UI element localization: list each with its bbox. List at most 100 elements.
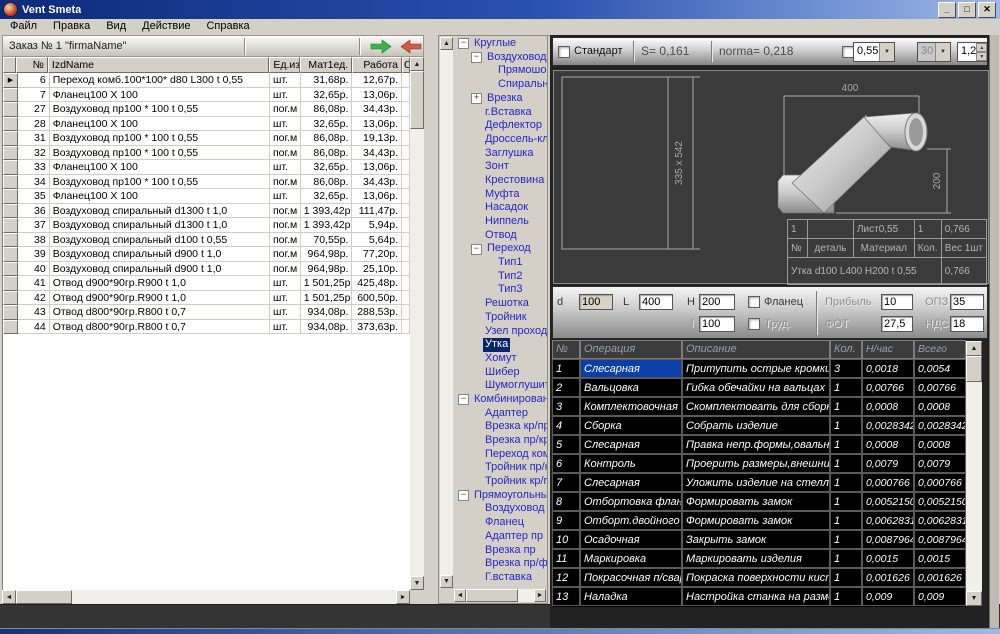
- tree-item[interactable]: Шибер: [454, 366, 547, 380]
- next-order-arrow-icon[interactable]: [369, 39, 393, 54]
- item-cell[interactable]: 34,43р.: [352, 102, 402, 117]
- item-cell[interactable]: пог.м: [270, 233, 301, 248]
- item-cell[interactable]: Воздуховод пр100 * 100 t 0,55: [50, 102, 270, 117]
- collapse-icon[interactable]: −: [458, 38, 469, 49]
- item-cell[interactable]: 34: [18, 175, 50, 190]
- tree-item-label[interactable]: Утка: [483, 338, 510, 352]
- item-cell[interactable]: 6: [18, 73, 50, 88]
- operation-row[interactable]: 11МаркировкаМаркировать изделия10,00150,…: [552, 549, 966, 568]
- scroll-down-icon[interactable]: ▼: [410, 576, 424, 590]
- item-cell[interactable]: 5,64р.: [352, 233, 402, 248]
- scroll-up-icon[interactable]: ▲: [966, 341, 982, 356]
- item-cell[interactable]: шт.: [270, 305, 301, 320]
- l-small-input[interactable]: [699, 316, 735, 332]
- tree-item-label[interactable]: Хомут: [483, 352, 519, 366]
- item-row[interactable]: 35Фланец100 X 100шт.32,65р.13,06р.: [3, 189, 410, 204]
- operation-cell[interactable]: Отборт.двойного фл.: [580, 511, 682, 530]
- item-cell[interactable]: 32,65р.: [301, 117, 353, 132]
- item-cell[interactable]: Воздуховод спиральный d900 t 1,0: [50, 247, 270, 262]
- item-cell[interactable]: 32: [18, 146, 50, 161]
- operation-cell[interactable]: 1: [830, 416, 862, 435]
- item-cell[interactable]: 86,08р.: [301, 175, 353, 190]
- operation-row[interactable]: 9Отборт.двойного фл.Формировать замок10,…: [552, 511, 966, 530]
- operation-cell[interactable]: Сборка: [580, 416, 682, 435]
- operation-cell[interactable]: Проерить размеры,внешний вид: [682, 454, 830, 473]
- L-input[interactable]: [639, 294, 673, 310]
- operation-cell[interactable]: Притупить острые кромки: [682, 359, 830, 378]
- item-cell[interactable]: 425,48р.: [352, 276, 402, 291]
- operation-cell[interactable]: 0,0015: [862, 549, 914, 568]
- tree-item-label[interactable]: г.Вставка: [483, 106, 534, 120]
- koef-spinner[interactable]: 1,2 ▲ ▼: [957, 42, 987, 62]
- item-cell[interactable]: пог.м: [270, 218, 301, 233]
- tree-item[interactable]: Хомут: [454, 352, 547, 366]
- tree-item-label[interactable]: Фланец: [483, 516, 526, 530]
- operation-cell[interactable]: Контроль: [580, 454, 682, 473]
- collapse-icon[interactable]: −: [458, 490, 469, 501]
- tree-item-label[interactable]: Тип3: [496, 283, 524, 297]
- scroll-thumb[interactable]: [410, 71, 424, 129]
- item-cell[interactable]: 38: [18, 233, 50, 248]
- operation-cell[interactable]: 10: [552, 530, 580, 549]
- tree-item-label[interactable]: Тройник: [483, 311, 529, 325]
- ops-col-nhour[interactable]: Н/час: [862, 340, 914, 359]
- operation-cell[interactable]: 0,0062831: [862, 511, 914, 530]
- operation-cell[interactable]: Скомплектовать для сборки: [682, 397, 830, 416]
- operation-cell[interactable]: 1: [830, 397, 862, 416]
- tree-item[interactable]: −Прямоугольные: [454, 489, 547, 503]
- scroll-thumb[interactable]: [966, 356, 982, 382]
- item-cell[interactable]: 1 393,42р.: [301, 218, 353, 233]
- operation-cell[interactable]: Правка непр.формы,овальности и: [682, 435, 830, 454]
- item-row[interactable]: 33Фланец100 X 100шт.32,65р.13,06р.: [3, 160, 410, 175]
- ops-col-qty[interactable]: Кол.: [830, 340, 862, 359]
- row-selector[interactable]: [3, 247, 18, 262]
- item-cell[interactable]: Отвод d900*90гр.R900 t 1,0: [50, 276, 270, 291]
- item-cell[interactable]: шт.: [270, 189, 301, 204]
- item-cell[interactable]: Отвод d800*90гр.R800 t 0,7: [50, 320, 270, 335]
- item-cell[interactable]: 934,08р.: [301, 320, 353, 335]
- row-selector[interactable]: [3, 320, 18, 335]
- item-row[interactable]: 40Воздуховод спиральный d900 t 1,0пог.м9…: [3, 262, 410, 277]
- scroll-thumb[interactable]: [466, 589, 518, 602]
- tree-item[interactable]: Решотка: [454, 297, 547, 311]
- tree-item[interactable]: −Переход: [454, 242, 547, 256]
- item-cell[interactable]: 27: [18, 102, 50, 117]
- item-cell[interactable]: пог.м: [270, 131, 301, 146]
- tree-item[interactable]: Врезка пр/кр: [454, 434, 547, 448]
- tree-item-label[interactable]: Муфта: [483, 188, 522, 202]
- tree-item[interactable]: Тройник пр/кр: [454, 461, 547, 475]
- spin-down-icon[interactable]: ▼: [976, 52, 987, 61]
- tree-item-label[interactable]: Тройник пр/кр: [483, 461, 547, 475]
- operation-cell[interactable]: 0,0079: [914, 454, 966, 473]
- operation-cell[interactable]: 0,0028342: [914, 416, 966, 435]
- tree-item-label[interactable]: Тройник кр/пр: [483, 475, 547, 489]
- tree-item-label[interactable]: Насадок: [483, 201, 530, 215]
- tree-item-label[interactable]: Крестовина: [483, 174, 546, 188]
- operation-cell[interactable]: Наладка: [580, 587, 682, 606]
- d-input[interactable]: [579, 294, 613, 310]
- tree-item-label[interactable]: Тип2: [496, 270, 524, 284]
- tree-item[interactable]: Фланец: [454, 516, 547, 530]
- item-cell[interactable]: Воздуховод спиральный d1300 t 1,0: [50, 204, 270, 219]
- tree-item[interactable]: Врезка пр/фарт: [454, 557, 547, 571]
- tree-item-label[interactable]: Г.вставка: [483, 571, 534, 585]
- item-cell[interactable]: 70,55р.: [301, 233, 353, 248]
- row-selector[interactable]: [3, 160, 18, 175]
- row-selector[interactable]: [3, 233, 18, 248]
- items-vscrollbar[interactable]: ▲ ▼: [410, 57, 424, 590]
- tree-item[interactable]: Дефлектор: [454, 119, 547, 133]
- operation-row[interactable]: 12Покрасочная п/сваркиПокраска поверхнос…: [552, 568, 966, 587]
- item-row[interactable]: 43Отвод d800*90гр.R800 t 0,7шт.934,08р.2…: [3, 305, 410, 320]
- item-cell[interactable]: пог.м: [270, 262, 301, 277]
- item-cell[interactable]: шт.: [270, 88, 301, 103]
- titlebar[interactable]: Vent Smeta _ □ ✕: [0, 0, 1000, 19]
- scroll-thumb[interactable]: [16, 590, 72, 604]
- row-selector[interactable]: [3, 305, 18, 320]
- operation-cell[interactable]: 7: [552, 473, 580, 492]
- tree-item[interactable]: Адаптер пр: [454, 530, 547, 544]
- item-cell[interactable]: пог.м: [270, 175, 301, 190]
- item-cell[interactable]: Фланец100 X 100: [50, 117, 270, 132]
- item-cell[interactable]: 600,50р.: [352, 291, 402, 306]
- row-selector[interactable]: [3, 204, 18, 219]
- menu-item-0[interactable]: Файл: [2, 19, 45, 35]
